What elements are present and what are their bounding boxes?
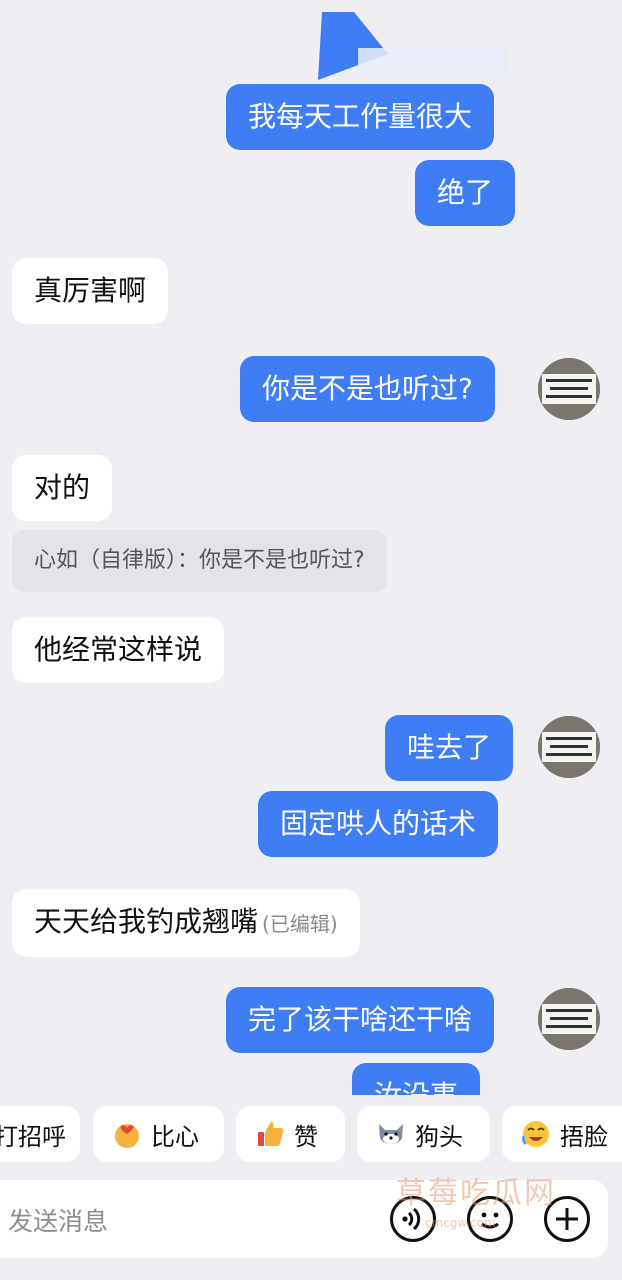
quick-reply-doge[interactable]: 狗头: [357, 1106, 490, 1162]
avatar[interactable]: [538, 716, 600, 778]
chip-label: 打招呼: [0, 1122, 66, 1151]
message-incoming[interactable]: 真厉害啊: [12, 258, 169, 324]
message-text: 汝没事: [374, 1079, 458, 1095]
message-text: 真厉害啊: [34, 274, 147, 307]
message-text: 我每天工作量很大: [248, 100, 473, 133]
avatar[interactable]: [538, 358, 600, 420]
watermark-url: cmcgw.com: [425, 1216, 496, 1230]
message-text: 对的: [34, 471, 91, 504]
quick-reply-bar: 打招呼 比心 赞 狗头 捂脸: [0, 1106, 622, 1162]
message-text: 天天给我钓成翘嘴: [34, 905, 259, 938]
message-text: 绝了: [437, 176, 494, 209]
message-outgoing[interactable]: 哇去了: [385, 715, 514, 781]
quick-reply-heart[interactable]: 比心: [93, 1106, 224, 1162]
message-incoming[interactable]: 对的: [12, 455, 113, 521]
dog-head-icon: [379, 1124, 403, 1144]
message-outgoing-partial[interactable]: 汝没事: [352, 1063, 481, 1095]
thumbs-up-icon: [258, 1122, 284, 1146]
message-incoming[interactable]: 天天给我钓成翘嘴 (已编辑): [12, 889, 360, 957]
message-text: 完了该干啥还干啥: [248, 1003, 473, 1036]
edited-label: (已编辑): [262, 912, 338, 936]
chip-label: 狗头: [415, 1122, 463, 1151]
message-outgoing[interactable]: 固定哄人的话术: [258, 791, 499, 857]
chat-area[interactable]: 我每天工作量很大 绝了 真厉害啊 你是不是也听过? 对的 心如（自律版）：你是不…: [0, 0, 622, 1095]
message-outgoing[interactable]: 绝了: [415, 160, 516, 226]
message-text: 他经常这样说: [34, 633, 203, 666]
quote-text: 心如（自律版）：你是不是也听过?: [34, 548, 365, 573]
message-incoming[interactable]: 他经常这样说: [12, 617, 225, 683]
message-outgoing[interactable]: 我每天工作量很大: [226, 84, 495, 150]
avatar-image: [538, 358, 600, 420]
watermark: 草莓吃瓜网: [396, 1176, 556, 1211]
partial-sticker: [318, 12, 508, 80]
avatar[interactable]: [538, 988, 600, 1050]
message-outgoing[interactable]: 你是不是也听过?: [240, 356, 495, 422]
message-input[interactable]: 发送消息: [8, 1202, 108, 1238]
message-text: 固定哄人的话术: [280, 807, 477, 840]
quoted-reply[interactable]: 心如（自律版）：你是不是也听过?: [12, 530, 387, 592]
heart-hands-icon: [115, 1124, 139, 1148]
avatar-image: [538, 988, 600, 1050]
quick-reply-facepalm[interactable]: 捂脸: [502, 1106, 622, 1162]
avatar-image: [538, 716, 600, 778]
chip-label: 赞: [294, 1122, 318, 1151]
quick-reply-greet[interactable]: 打招呼: [0, 1106, 80, 1162]
message-outgoing[interactable]: 完了该干啥还干啥: [226, 987, 495, 1053]
chip-label: 捂脸: [560, 1122, 608, 1151]
message-text: 你是不是也听过?: [262, 372, 473, 405]
facepalm-icon: [522, 1121, 549, 1147]
quick-reply-like[interactable]: 赞: [236, 1106, 345, 1162]
message-text: 哇去了: [407, 731, 492, 764]
chip-label: 比心: [151, 1122, 199, 1151]
